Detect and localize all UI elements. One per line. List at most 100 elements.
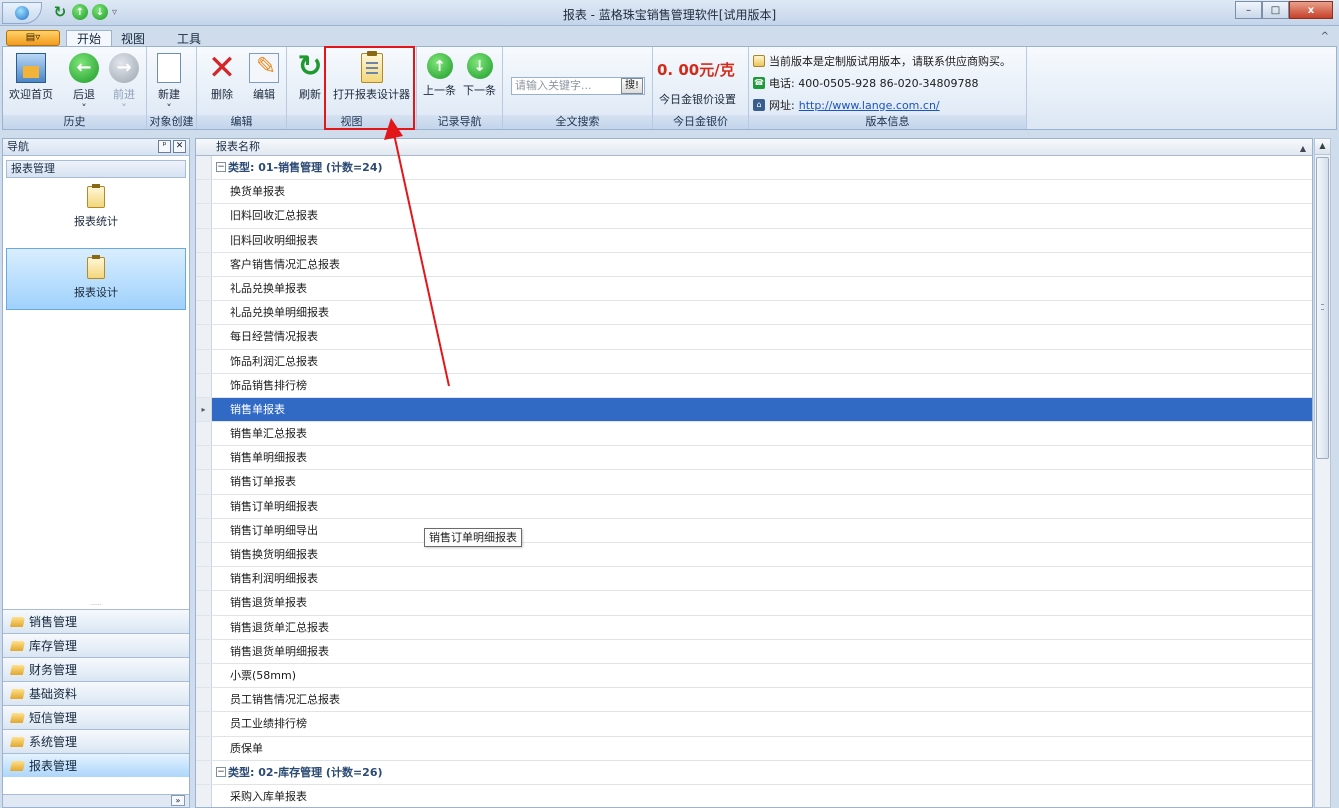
- table-row[interactable]: 员工销售情况汇总报表: [196, 688, 1312, 713]
- report-name-cell: 员工业绩排行榜: [230, 717, 307, 731]
- group-record-nav: ↑ 上一条 ↓ 下一条 记录导航: [417, 47, 503, 129]
- group-gold-price-label: 今日金银价: [653, 115, 748, 129]
- open-report-designer-button[interactable]: 打开报表设计器: [333, 51, 410, 102]
- nav-configure-button[interactable]: »: [171, 795, 185, 806]
- table-row[interactable]: 质保单: [196, 736, 1312, 761]
- group-history-label: 历史: [3, 115, 146, 129]
- open-designer-label: 打开报表设计器: [333, 88, 410, 101]
- module-label: 财务管理: [29, 662, 78, 677]
- nav-item-report-statistics[interactable]: 报表统计: [3, 184, 189, 248]
- grid-body: − 类型: 01-销售管理 (计数=24) 换货单报表旧料回收汇总报表 旧料回收明细报…: [196, 156, 1312, 807]
- group-view: ↻ 刷新 打开报表设计器 视图: [287, 47, 417, 129]
- prev-label: 上一条: [423, 84, 456, 97]
- table-row[interactable]: 饰品利润汇总报表: [196, 349, 1312, 374]
- ribbon-tab-bar: ▤▿ 开始 视图 工具 ^: [0, 27, 1339, 48]
- table-row[interactable]: 销售退货单明细报表: [196, 639, 1312, 664]
- module-list: 销售管理 库存管理 财务管理 基础资料 短信管理 系统管理 报表管理: [3, 609, 189, 777]
- module-sms[interactable]: 短信管理: [3, 705, 189, 729]
- nav-close-icon[interactable]: ✕: [173, 140, 186, 153]
- gold-price-value: 0. 00元/克: [657, 61, 735, 79]
- report-name-cell: 饰品利润汇总报表: [230, 354, 318, 368]
- back-caret-icon[interactable]: ˅: [69, 102, 99, 115]
- report-name-cell: 礼品兑换单明细报表: [230, 306, 329, 320]
- row-indicator: [196, 591, 212, 615]
- report-name-cell: 销售订单报表: [230, 475, 296, 489]
- home-button[interactable]: 欢迎首页: [9, 51, 53, 102]
- new-button[interactable]: 新建 ˅: [157, 51, 181, 115]
- table-row[interactable]: 饰品销售排行榜: [196, 373, 1312, 398]
- minimize-button[interactable]: –: [1235, 1, 1262, 19]
- group-version-label: 版本信息: [749, 115, 1026, 129]
- edit-button[interactable]: 编辑: [249, 51, 279, 102]
- forward-button[interactable]: → 前进 ˅: [109, 51, 139, 115]
- search-button[interactable]: 搜!: [621, 78, 643, 94]
- module-system[interactable]: 系统管理: [3, 729, 189, 753]
- pin-icon[interactable]: ᵖ: [158, 140, 171, 153]
- row-indicator: [196, 494, 212, 518]
- table-row[interactable]: ▸ 销售单报表: [196, 397, 1312, 423]
- report-name-cell: 换货单报表: [230, 185, 285, 199]
- nav-group-report-management[interactable]: 报表管理: [6, 160, 186, 178]
- table-row[interactable]: 旧料回收明细报表: [196, 228, 1312, 253]
- maximize-button[interactable]: □: [1262, 1, 1289, 19]
- report-name-cell: 销售退货单报表: [230, 596, 307, 610]
- report-name-cell: 销售订单明细报表: [230, 499, 318, 513]
- table-row[interactable]: 销售订单报表: [196, 470, 1312, 495]
- next-record-button[interactable]: ↓ 下一条: [463, 51, 496, 98]
- back-button[interactable]: ← 后退 ˅: [69, 51, 99, 115]
- delete-button[interactable]: ✕ 删除: [207, 51, 237, 102]
- table-row[interactable]: 销售单明细报表: [196, 446, 1312, 471]
- collapse-icon[interactable]: −: [216, 766, 226, 777]
- table-row[interactable]: 小票(58mm): [196, 663, 1312, 689]
- group-row[interactable]: − 类型: 02-库存管理 (计数=26): [196, 760, 1312, 785]
- table-row[interactable]: 每日经营情况报表: [196, 325, 1312, 350]
- row-indicator: [196, 180, 212, 204]
- refresh-button[interactable]: ↻ 刷新: [295, 51, 325, 102]
- nav-item-report-design[interactable]: 报表设计: [6, 248, 186, 310]
- scroll-up-icon[interactable]: ▲: [1315, 139, 1330, 155]
- table-row[interactable]: 换货单报表: [196, 180, 1312, 205]
- group-fulltext-search: 请输入关键字... 搜! 全文搜索: [503, 47, 653, 129]
- row-indicator: [196, 204, 212, 228]
- module-finance[interactable]: 财务管理: [3, 657, 189, 681]
- forward-caret-icon[interactable]: ˅: [109, 102, 139, 115]
- table-row[interactable]: 销售订单明细导出: [196, 518, 1312, 543]
- group-record-nav-label: 记录导航: [417, 115, 502, 129]
- table-row[interactable]: 销售换货明细报表: [196, 543, 1312, 568]
- website-link[interactable]: http://www.lange.com.cn/: [799, 99, 940, 112]
- gold-price-setting-button[interactable]: 今日金银价设置: [659, 91, 736, 107]
- ribbon-collapse-icon[interactable]: ^: [1321, 31, 1329, 42]
- vertical-scrollbar[interactable]: ▲: [1314, 138, 1331, 808]
- table-row[interactable]: 销售退货单报表: [196, 591, 1312, 616]
- table-row[interactable]: 客户销售情况汇总报表: [196, 252, 1312, 277]
- refresh-label: 刷新: [299, 88, 321, 101]
- table-row[interactable]: 销售退货单汇总报表: [196, 615, 1312, 640]
- table-row[interactable]: 礼品兑换单明细报表: [196, 301, 1312, 326]
- row-indicator: ▸: [196, 397, 212, 422]
- new-caret-icon[interactable]: ˅: [157, 102, 181, 115]
- table-row[interactable]: 销售单汇总报表: [196, 422, 1312, 447]
- app-menu-button[interactable]: ▤▿: [6, 30, 60, 46]
- row-indicator: [196, 325, 212, 349]
- row-indicator: [196, 663, 212, 688]
- column-header-label: 报表名称: [216, 140, 260, 153]
- table-row[interactable]: 销售利润明细报表: [196, 567, 1312, 592]
- collapse-icon[interactable]: −: [216, 162, 226, 172]
- table-row[interactable]: 采购入库单报表: [196, 784, 1312, 807]
- module-sales[interactable]: 销售管理: [3, 609, 189, 633]
- forward-label: 前进: [113, 88, 135, 101]
- table-row[interactable]: 旧料回收汇总报表: [196, 204, 1312, 229]
- column-header-report-name[interactable]: 报表名称 ▲: [196, 139, 1312, 156]
- scroll-thumb[interactable]: [1316, 157, 1329, 459]
- row-indicator: [196, 301, 212, 325]
- group-row[interactable]: − 类型: 01-销售管理 (计数=24): [196, 156, 1312, 181]
- prev-record-button[interactable]: ↑ 上一条: [423, 51, 456, 98]
- close-button[interactable]: x: [1289, 1, 1333, 19]
- module-basic-data[interactable]: 基础资料: [3, 681, 189, 705]
- module-reports[interactable]: 报表管理: [3, 753, 189, 777]
- table-row[interactable]: 销售订单明细报表: [196, 494, 1312, 519]
- nav-splitter[interactable]: ......: [3, 601, 189, 607]
- module-inventory[interactable]: 库存管理: [3, 633, 189, 657]
- table-row[interactable]: 员工业绩排行榜: [196, 712, 1312, 737]
- table-row[interactable]: 礼品兑换单报表: [196, 276, 1312, 302]
